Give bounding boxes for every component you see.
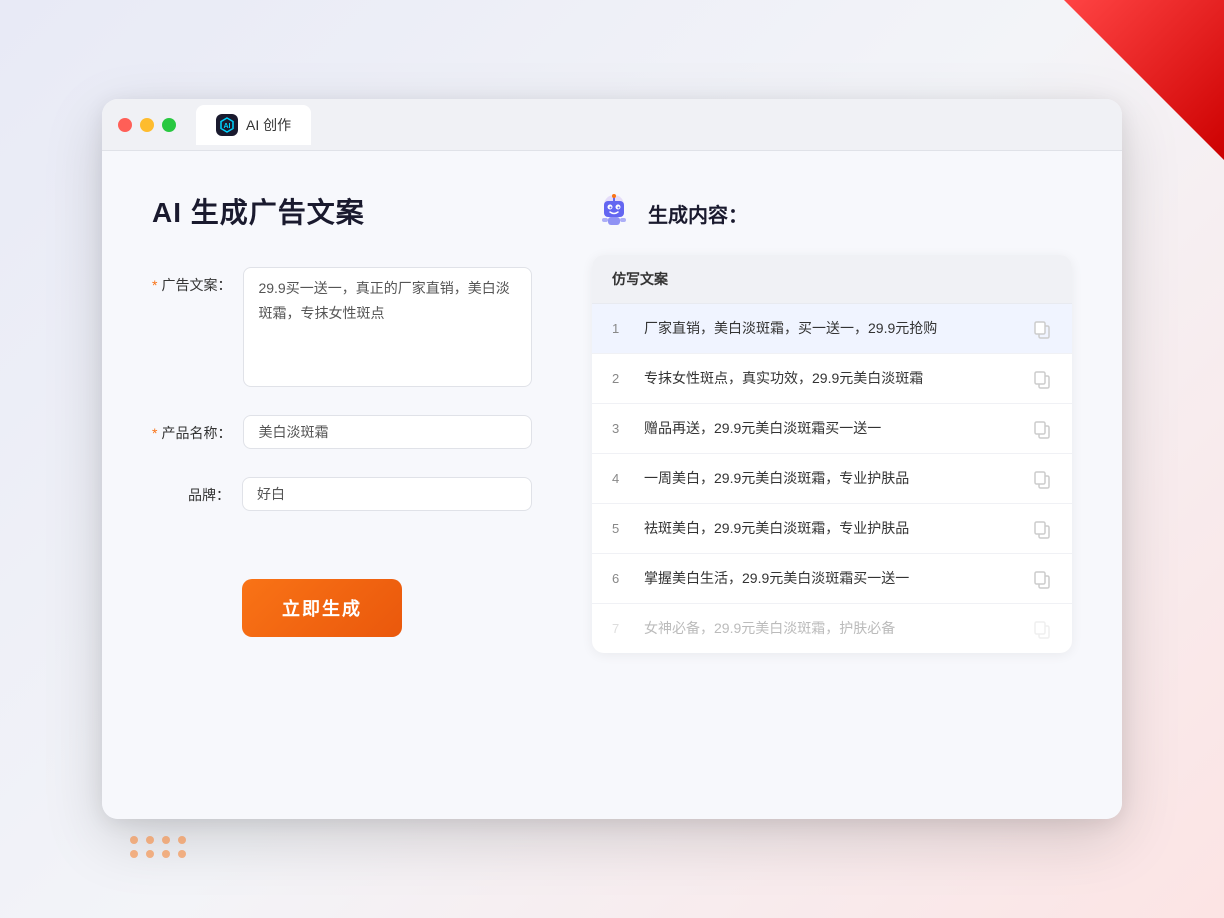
dots-decoration	[130, 836, 188, 858]
ad-copy-label: 广告文案：	[152, 267, 243, 296]
copy-icon[interactable]	[1032, 519, 1052, 539]
copy-icon[interactable]	[1032, 419, 1052, 439]
result-header: 生成内容：	[592, 191, 1072, 235]
copy-icon[interactable]	[1032, 469, 1052, 489]
tab-ai-icon: AI	[216, 114, 238, 136]
left-panel: AI 生成广告文案 广告文案： 29.9买一送一，真正的厂家直销，美白淡斑霜，专…	[152, 191, 532, 779]
table-row: 6 掌握美白生活，29.9元美白淡斑霜买一送一	[592, 554, 1072, 604]
row-number: 6	[612, 571, 632, 586]
window-controls	[118, 118, 176, 132]
row-text: 专抹女性斑点，真实功效，29.9元美白淡斑霜	[644, 368, 1020, 389]
browser-tab[interactable]: AI AI 创作	[196, 105, 311, 145]
product-name-label: 产品名称：	[152, 415, 243, 444]
title-bar: AI AI 创作	[102, 99, 1122, 151]
brand-label: 品牌：	[152, 477, 242, 506]
product-name-input[interactable]	[243, 415, 532, 449]
table-row: 3 赠品再送，29.9元美白淡斑霜买一送一	[592, 404, 1072, 454]
row-text: 赠品再送，29.9元美白淡斑霜买一送一	[644, 418, 1020, 439]
brand-group: 品牌：	[152, 477, 532, 511]
close-button[interactable]	[118, 118, 132, 132]
copy-icon[interactable]	[1032, 369, 1052, 389]
product-name-group: 产品名称：	[152, 415, 532, 449]
ad-copy-group: 广告文案： 29.9买一送一，真正的厂家直销，美白淡斑霜，专抹女性斑点	[152, 267, 532, 387]
page-title: AI 生成广告文案	[152, 191, 532, 231]
result-title: 生成内容：	[648, 199, 748, 228]
row-number: 3	[612, 421, 632, 436]
table-row: 2 专抹女性斑点，真实功效，29.9元美白淡斑霜	[592, 354, 1072, 404]
row-number: 1	[612, 321, 632, 336]
right-panel: 生成内容： 仿写文案 1 厂家直销，美白淡斑霜，买一送一，29.9元抢购 2	[592, 191, 1072, 779]
browser-window: AI AI 创作 AI 生成广告文案 广告文案： 29.9买一送一，真正的厂家直…	[102, 99, 1122, 819]
main-content: AI 生成广告文案 广告文案： 29.9买一送一，真正的厂家直销，美白淡斑霜，专…	[102, 151, 1122, 819]
table-row: 5 祛斑美白，29.9元美白淡斑霜，专业护肤品	[592, 504, 1072, 554]
row-number: 4	[612, 471, 632, 486]
table-row: 1 厂家直销，美白淡斑霜，买一送一，29.9元抢购	[592, 304, 1072, 354]
row-text: 厂家直销，美白淡斑霜，买一送一，29.9元抢购	[644, 318, 1020, 339]
ad-copy-input[interactable]: 29.9买一送一，真正的厂家直销，美白淡斑霜，专抹女性斑点	[243, 267, 532, 387]
svg-text:AI: AI	[224, 123, 231, 130]
minimize-button[interactable]	[140, 118, 154, 132]
row-number: 5	[612, 521, 632, 536]
robot-icon	[592, 191, 636, 235]
submit-button[interactable]: 立即生成	[242, 579, 402, 637]
row-text: 一周美白，29.9元美白淡斑霜，专业护肤品	[644, 468, 1020, 489]
copy-icon[interactable]	[1032, 319, 1052, 339]
tab-title: AI 创作	[246, 115, 291, 135]
row-number: 2	[612, 371, 632, 386]
maximize-button[interactable]	[162, 118, 176, 132]
row-text: 掌握美白生活，29.9元美白淡斑霜买一送一	[644, 568, 1020, 589]
row-number: 7	[612, 621, 632, 636]
copy-icon[interactable]	[1032, 619, 1052, 639]
copy-icon[interactable]	[1032, 569, 1052, 589]
brand-input[interactable]	[242, 477, 532, 511]
row-text: 祛斑美白，29.9元美白淡斑霜，专业护肤品	[644, 518, 1020, 539]
table-row: 7 女神必备，29.9元美白淡斑霜，护肤必备	[592, 604, 1072, 653]
result-table: 仿写文案 1 厂家直销，美白淡斑霜，买一送一，29.9元抢购 2 专抹女性斑点，…	[592, 255, 1072, 653]
row-text: 女神必备，29.9元美白淡斑霜，护肤必备	[644, 618, 1020, 639]
table-row: 4 一周美白，29.9元美白淡斑霜，专业护肤品	[592, 454, 1072, 504]
table-header: 仿写文案	[592, 255, 1072, 304]
